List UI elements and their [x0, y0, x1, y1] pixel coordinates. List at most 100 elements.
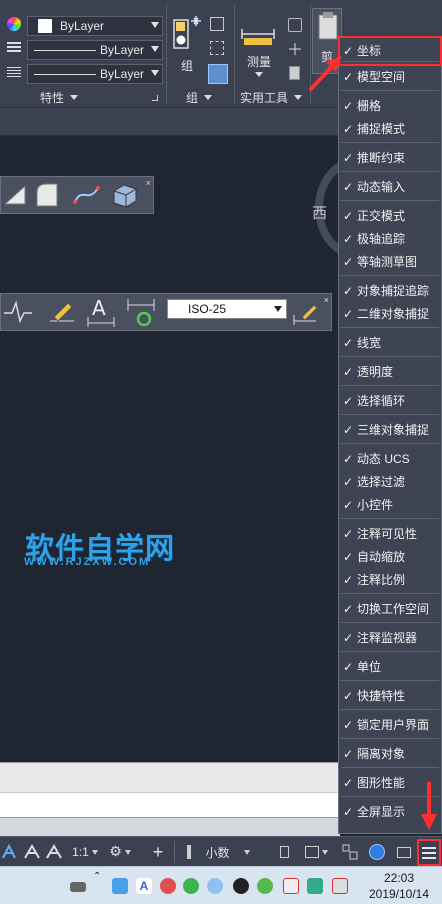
group-edit-icon[interactable]	[210, 41, 224, 55]
menu-item[interactable]: ✓ 动态 UCS	[339, 447, 441, 470]
linetype-dropdown-value: ByLayer	[100, 43, 145, 57]
menu-separator	[341, 709, 439, 710]
menu-item-label: 动态输入	[357, 180, 406, 194]
menu-item[interactable]: ✓ 模型空间	[339, 65, 441, 88]
lock-ui-icon[interactable]	[298, 841, 334, 863]
group-button-label: 组	[180, 59, 193, 73]
speaker-icon[interactable]	[160, 878, 176, 894]
dimension-text-edit-icon[interactable]: A	[85, 296, 117, 328]
isolate-objects-icon[interactable]	[340, 841, 360, 863]
menu-item[interactable]: ✓ 栅格	[339, 94, 441, 117]
keyboard-icon[interactable]	[70, 882, 86, 892]
security-icon[interactable]	[257, 878, 273, 894]
menu-item[interactable]: ✓ 小控件	[339, 493, 441, 516]
modeling-toolbar: ×	[0, 176, 154, 214]
menu-item[interactable]: ✓ 锁定用户界面	[339, 713, 441, 736]
chevron-down-icon	[255, 72, 263, 77]
extrude-face-icon[interactable]	[1, 179, 33, 211]
menu-item-label: 对象捕捉追踪	[357, 284, 430, 298]
menu-item[interactable]: ✓ 二维对象捕捉	[339, 302, 441, 325]
signal-icon[interactable]	[307, 878, 323, 894]
menu-item[interactable]: ✓ 捕捉模式	[339, 117, 441, 140]
calculator-icon[interactable]	[289, 66, 300, 80]
menu-item[interactable]: ✓ 注释比例	[339, 568, 441, 591]
cloud-icon[interactable]	[207, 878, 223, 894]
chevron-down-icon	[243, 849, 250, 855]
fillet-surface-icon[interactable]	[31, 179, 63, 211]
annotation-monitor-icon[interactable]: +	[148, 841, 168, 863]
menu-item[interactable]: ✓ 透明度	[339, 360, 441, 383]
panel-properties-label[interactable]: 特性	[40, 88, 79, 106]
dimension-style-dropdown[interactable]: ISO-25	[167, 299, 287, 319]
wechat-icon[interactable]	[183, 878, 199, 894]
dimension-edit-icon[interactable]	[45, 296, 77, 328]
jogged-linear-icon[interactable]	[1, 296, 33, 328]
group-button[interactable]: 组	[170, 14, 204, 73]
workspace-gear-icon[interactable]: ⚙	[108, 841, 132, 863]
menu-item[interactable]: ✓ 线宽	[339, 331, 441, 354]
qq-icon[interactable]	[233, 878, 249, 894]
auto-scale-icon[interactable]	[22, 841, 42, 863]
linetype-dropdown[interactable]: ByLayer	[27, 40, 163, 60]
drawing-viewport[interactable]	[0, 136, 340, 762]
menu-item[interactable]: ✓ 单位	[339, 655, 441, 678]
checkmark-icon: ✓	[342, 474, 354, 489]
menu-item[interactable]: ✓ 正交模式	[339, 204, 441, 227]
customization-menu-button[interactable]	[417, 839, 441, 866]
menu-item[interactable]: ✓ 对象捕捉追踪	[339, 279, 441, 302]
spline-curve-icon[interactable]	[71, 179, 103, 211]
quick-properties-icon[interactable]	[276, 841, 292, 863]
annotation-visibility-icon[interactable]	[0, 841, 18, 863]
menu-item[interactable]: ✓ 快捷特性	[339, 684, 441, 707]
command-input[interactable]	[0, 792, 340, 818]
network-cube-icon[interactable]	[112, 878, 128, 894]
clean-screen-icon[interactable]	[394, 841, 414, 863]
color-wheel-icon[interactable]	[7, 17, 21, 31]
dialog-launcher-icon[interactable]	[152, 95, 158, 101]
color-dropdown[interactable]: ByLayer	[27, 16, 163, 36]
network-status-icon[interactable]	[283, 878, 299, 894]
menu-item[interactable]: ✓ 注释可见性	[339, 522, 441, 545]
volume-muted-icon[interactable]	[332, 878, 348, 894]
dimension-style-icon[interactable]	[289, 296, 321, 328]
file-tab-bar	[0, 108, 340, 136]
lineweight-dropdown[interactable]: ByLayer	[27, 64, 163, 84]
menu-item[interactable]: ✓ 等轴测草图	[339, 250, 441, 273]
units-dropdown[interactable]: 小数	[174, 841, 262, 863]
group-select-icon[interactable]	[208, 64, 228, 84]
chevron-down-icon	[274, 306, 282, 312]
menu-item-label: 捕捉模式	[357, 122, 406, 136]
menu-item[interactable]: ✓ 注释监视器	[339, 626, 441, 649]
checkmark-icon: ✓	[342, 497, 354, 512]
panel-group-label[interactable]: 组	[186, 88, 213, 106]
menu-item-label: 注释监视器	[357, 631, 418, 645]
annotation-scale-dropdown[interactable]: 1:1	[68, 841, 102, 863]
menu-item[interactable]: ✓ 切换工作空间	[339, 597, 441, 620]
dimension-update-icon[interactable]	[125, 296, 157, 328]
checkmark-icon: ✓	[342, 364, 354, 379]
panel-utilities-label[interactable]: 实用工具	[240, 88, 303, 106]
measure-button[interactable]: 测量	[238, 16, 280, 77]
hardware-acceleration-icon[interactable]	[366, 841, 388, 863]
menu-separator	[341, 518, 439, 519]
lineweight-icon[interactable]	[7, 67, 21, 79]
menu-item[interactable]: ✓ 三维对象捕捉	[339, 418, 441, 441]
show-hidden-icons-chevron[interactable]: ⌃	[93, 871, 101, 882]
system-clock[interactable]: 22:03 2019/10/14	[356, 870, 442, 902]
3d-box-icon[interactable]	[109, 179, 141, 211]
menu-item[interactable]: ✓ 选择循环	[339, 389, 441, 412]
menu-item[interactable]: ✓ 自动缩放	[339, 545, 441, 568]
close-icon[interactable]: ×	[324, 295, 329, 305]
menu-item[interactable]: ✓ 推断约束	[339, 146, 441, 169]
menu-separator	[341, 385, 439, 386]
close-icon[interactable]: ×	[146, 178, 151, 188]
menu-item[interactable]: ✓ 隔离对象	[339, 742, 441, 765]
linetype-icon[interactable]	[7, 42, 21, 54]
annotation-scale-icon[interactable]	[44, 841, 64, 863]
quick-select-icon[interactable]	[288, 18, 302, 32]
menu-item[interactable]: ✓ 动态输入	[339, 175, 441, 198]
menu-item[interactable]: ✓ 选择过滤	[339, 470, 441, 493]
ungroup-icon[interactable]	[210, 17, 224, 31]
app-a-icon[interactable]: A	[136, 878, 152, 894]
menu-item[interactable]: ✓ 极轴追踪	[339, 227, 441, 250]
